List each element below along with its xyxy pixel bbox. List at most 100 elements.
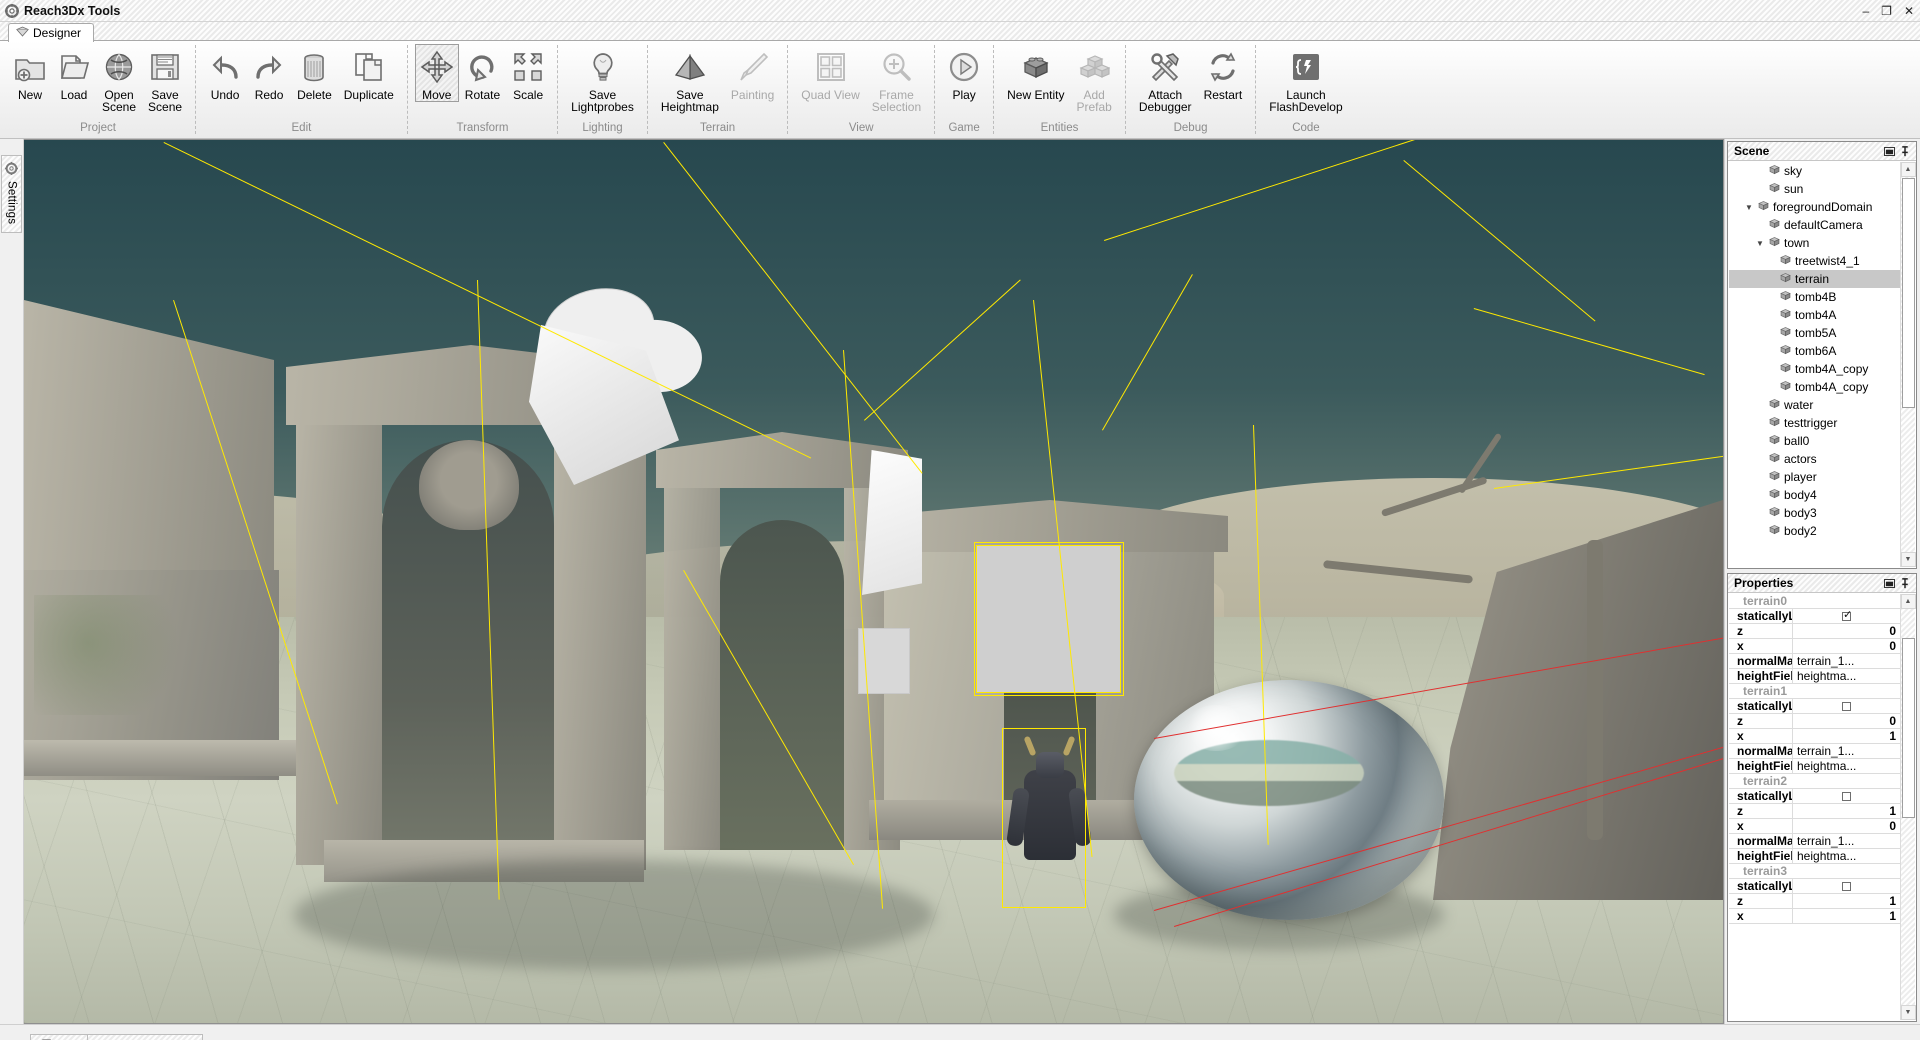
ribbon-button-scale[interactable]: Scale [506, 44, 550, 102]
scene-tree-item-body4[interactable]: body4 [1729, 486, 1900, 504]
ribbon-group-view: Quad View Frame Selection View [787, 41, 934, 138]
properties-grid[interactable]: terrain0staticallyLz0x0normalMaterrain_1… [1729, 594, 1900, 1020]
scene-tree-item-tomb4b[interactable]: tomb4B [1729, 288, 1900, 306]
scene-tree-item-ball0[interactable]: ball0 [1729, 432, 1900, 450]
ribbon-group-terrain: Save Heightmap Painting Terrain [646, 41, 787, 138]
scene-scroll-thumb[interactable] [1901, 178, 1915, 408]
scene-tree-item-sky[interactable]: sky [1729, 162, 1900, 180]
chevron-down-icon[interactable]: ▼ [1755, 239, 1765, 248]
ribbon-button-restart[interactable]: Restart [1198, 44, 1249, 102]
ribbon-button-move[interactable]: Move [414, 44, 459, 102]
scene-tree-scrollbar[interactable]: ▲ ▼ [1900, 162, 1916, 567]
bottom-tab-asset-explorer[interactable]: Asset Explorer [87, 1034, 204, 1040]
scene-tree-item-sun[interactable]: sun [1729, 180, 1900, 198]
pin-icon[interactable] [1897, 577, 1912, 589]
property-checkbox[interactable] [1793, 789, 1900, 803]
ribbon-button-open-scene[interactable]: Open Scene [96, 44, 142, 114]
cube-icon [1779, 271, 1792, 287]
property-value[interactable]: 1 [1793, 804, 1900, 818]
ruin-ledge-left [24, 740, 324, 776]
ribbon-button-new[interactable]: New [8, 44, 52, 102]
float-window-icon[interactable] [1882, 146, 1897, 156]
property-value[interactable]: 0 [1793, 639, 1900, 653]
ribbon-button-redo[interactable]: Redo [247, 44, 291, 102]
ribbon-button-attach-debugger[interactable]: Attach Debugger [1133, 44, 1198, 114]
vertical-tab-settings[interactable]: Settings [1, 155, 22, 234]
property-value[interactable]: heightma... [1793, 849, 1900, 863]
scene-tree-item-tomb4a_copy[interactable]: tomb4A_copy [1729, 378, 1900, 396]
scene-tree-item-label: tomb6A [1795, 344, 1837, 358]
ribbon-button-launch-flashdevelop[interactable]: Launch FlashDevelop [1263, 44, 1348, 114]
ribbon-button-undo[interactable]: Undo [203, 44, 247, 102]
pin-icon[interactable] [1897, 145, 1912, 157]
scene-tree-item-town[interactable]: ▼ town [1729, 234, 1900, 252]
cube-icon [1779, 361, 1792, 377]
scene-tree[interactable]: sky sun ▼ foregroundDomain defaultCamera ▼ tow… [1729, 162, 1900, 567]
scene-tree-item-defaultcamera[interactable]: defaultCamera [1729, 216, 1900, 234]
property-checkbox[interactable] [1793, 699, 1900, 713]
scene-tree-item-tomb4a_copy[interactable]: tomb4A_copy [1729, 360, 1900, 378]
play-circle-icon [948, 47, 980, 87]
ribbon-button-delete[interactable]: Delete [291, 44, 338, 102]
scene-tree-item-tomb6a[interactable]: tomb6A [1729, 342, 1900, 360]
properties-scroll-down-button[interactable]: ▼ [1900, 1005, 1916, 1020]
property-key: x [1729, 639, 1793, 653]
property-checkbox[interactable] [1793, 609, 1900, 623]
scene-scroll-up-button[interactable]: ▲ [1900, 162, 1916, 177]
properties-scroll-thumb[interactable] [1901, 638, 1915, 818]
scene-tree-item-terrain[interactable]: terrain [1729, 270, 1900, 288]
minimize-button[interactable]: – [1862, 5, 1869, 17]
ribbon-button-label: Play [952, 88, 976, 102]
scene-tree-item-testtrigger[interactable]: testtrigger [1729, 414, 1900, 432]
white-box-small[interactable] [862, 450, 922, 595]
property-value[interactable]: 0 [1793, 624, 1900, 638]
property-row: staticallyL [1729, 789, 1900, 804]
property-key: normalMa [1729, 654, 1793, 668]
ribbon-button-save-scene[interactable]: Save Scene [142, 44, 188, 114]
3d-viewport[interactable] [24, 139, 1724, 1024]
chevron-down-icon[interactable]: ▼ [1744, 203, 1754, 212]
property-value[interactable]: 0 [1793, 714, 1900, 728]
scene-tree-item-label: actors [1784, 452, 1817, 466]
ribbon-button-play[interactable]: Play [942, 44, 986, 102]
close-button[interactable]: ✕ [1904, 5, 1914, 17]
ribbon-button-save-lightprobes[interactable]: Save Lightprobes [565, 44, 640, 114]
maximize-button[interactable]: ❐ [1881, 5, 1892, 17]
property-checkbox[interactable] [1793, 879, 1900, 893]
scene-tree-item-tomb5a[interactable]: tomb5A [1729, 324, 1900, 342]
bottom-tab-log[interactable]: Log [30, 1034, 89, 1040]
tab-designer[interactable]: Designer [8, 23, 95, 42]
ribbon-button-save-heightmap[interactable]: Save Heightmap [655, 44, 725, 114]
scene-tree-item-body3[interactable]: body3 [1729, 504, 1900, 522]
ribbon-button-new-entity[interactable]: New Entity [1001, 44, 1070, 102]
ribbon-button-label: Move [422, 88, 452, 102]
property-value[interactable]: terrain_1... [1793, 654, 1900, 668]
scene-tree-item-treetwist4_1[interactable]: treetwist4_1 [1729, 252, 1900, 270]
scene-tree-item-tomb4a[interactable]: tomb4A [1729, 306, 1900, 324]
property-value[interactable]: 0 [1793, 819, 1900, 833]
scene-tree-item-water[interactable]: water [1729, 396, 1900, 414]
ribbon-button-duplicate[interactable]: Duplicate [338, 44, 400, 102]
properties-scroll-up-button[interactable]: ▲ [1900, 594, 1916, 609]
scene-tree-item-actors[interactable]: actors [1729, 450, 1900, 468]
scene-tree-item-body2[interactable]: body2 [1729, 522, 1900, 540]
ribbon-button-rotate[interactable]: Rotate [459, 44, 506, 102]
property-value[interactable]: 1 [1793, 894, 1900, 908]
ribbon-group-game: Play Game [934, 41, 993, 138]
ribbon-button-load[interactable]: Load [52, 44, 96, 102]
redo-arrow-icon [253, 47, 285, 87]
cube-icon [1768, 433, 1781, 449]
properties-scrollbar[interactable]: ▲ ▼ [1900, 594, 1916, 1020]
scene-tree-item-foregrounddomain[interactable]: ▼ foregroundDomain [1729, 198, 1900, 216]
property-value[interactable]: 1 [1793, 729, 1900, 743]
float-window-icon[interactable] [1882, 578, 1897, 588]
property-value[interactable]: heightma... [1793, 759, 1900, 773]
cube-icon [1779, 253, 1792, 269]
property-value[interactable]: terrain_1... [1793, 744, 1900, 758]
right-dock: Scene sky sun ▼ foregroundDomain defaultCame… [1724, 139, 1920, 1024]
scene-tree-item-player[interactable]: player [1729, 468, 1900, 486]
property-value[interactable]: terrain_1... [1793, 834, 1900, 848]
property-value[interactable]: heightma... [1793, 669, 1900, 683]
property-value[interactable]: 1 [1793, 909, 1900, 923]
scene-scroll-down-button[interactable]: ▼ [1900, 552, 1916, 567]
